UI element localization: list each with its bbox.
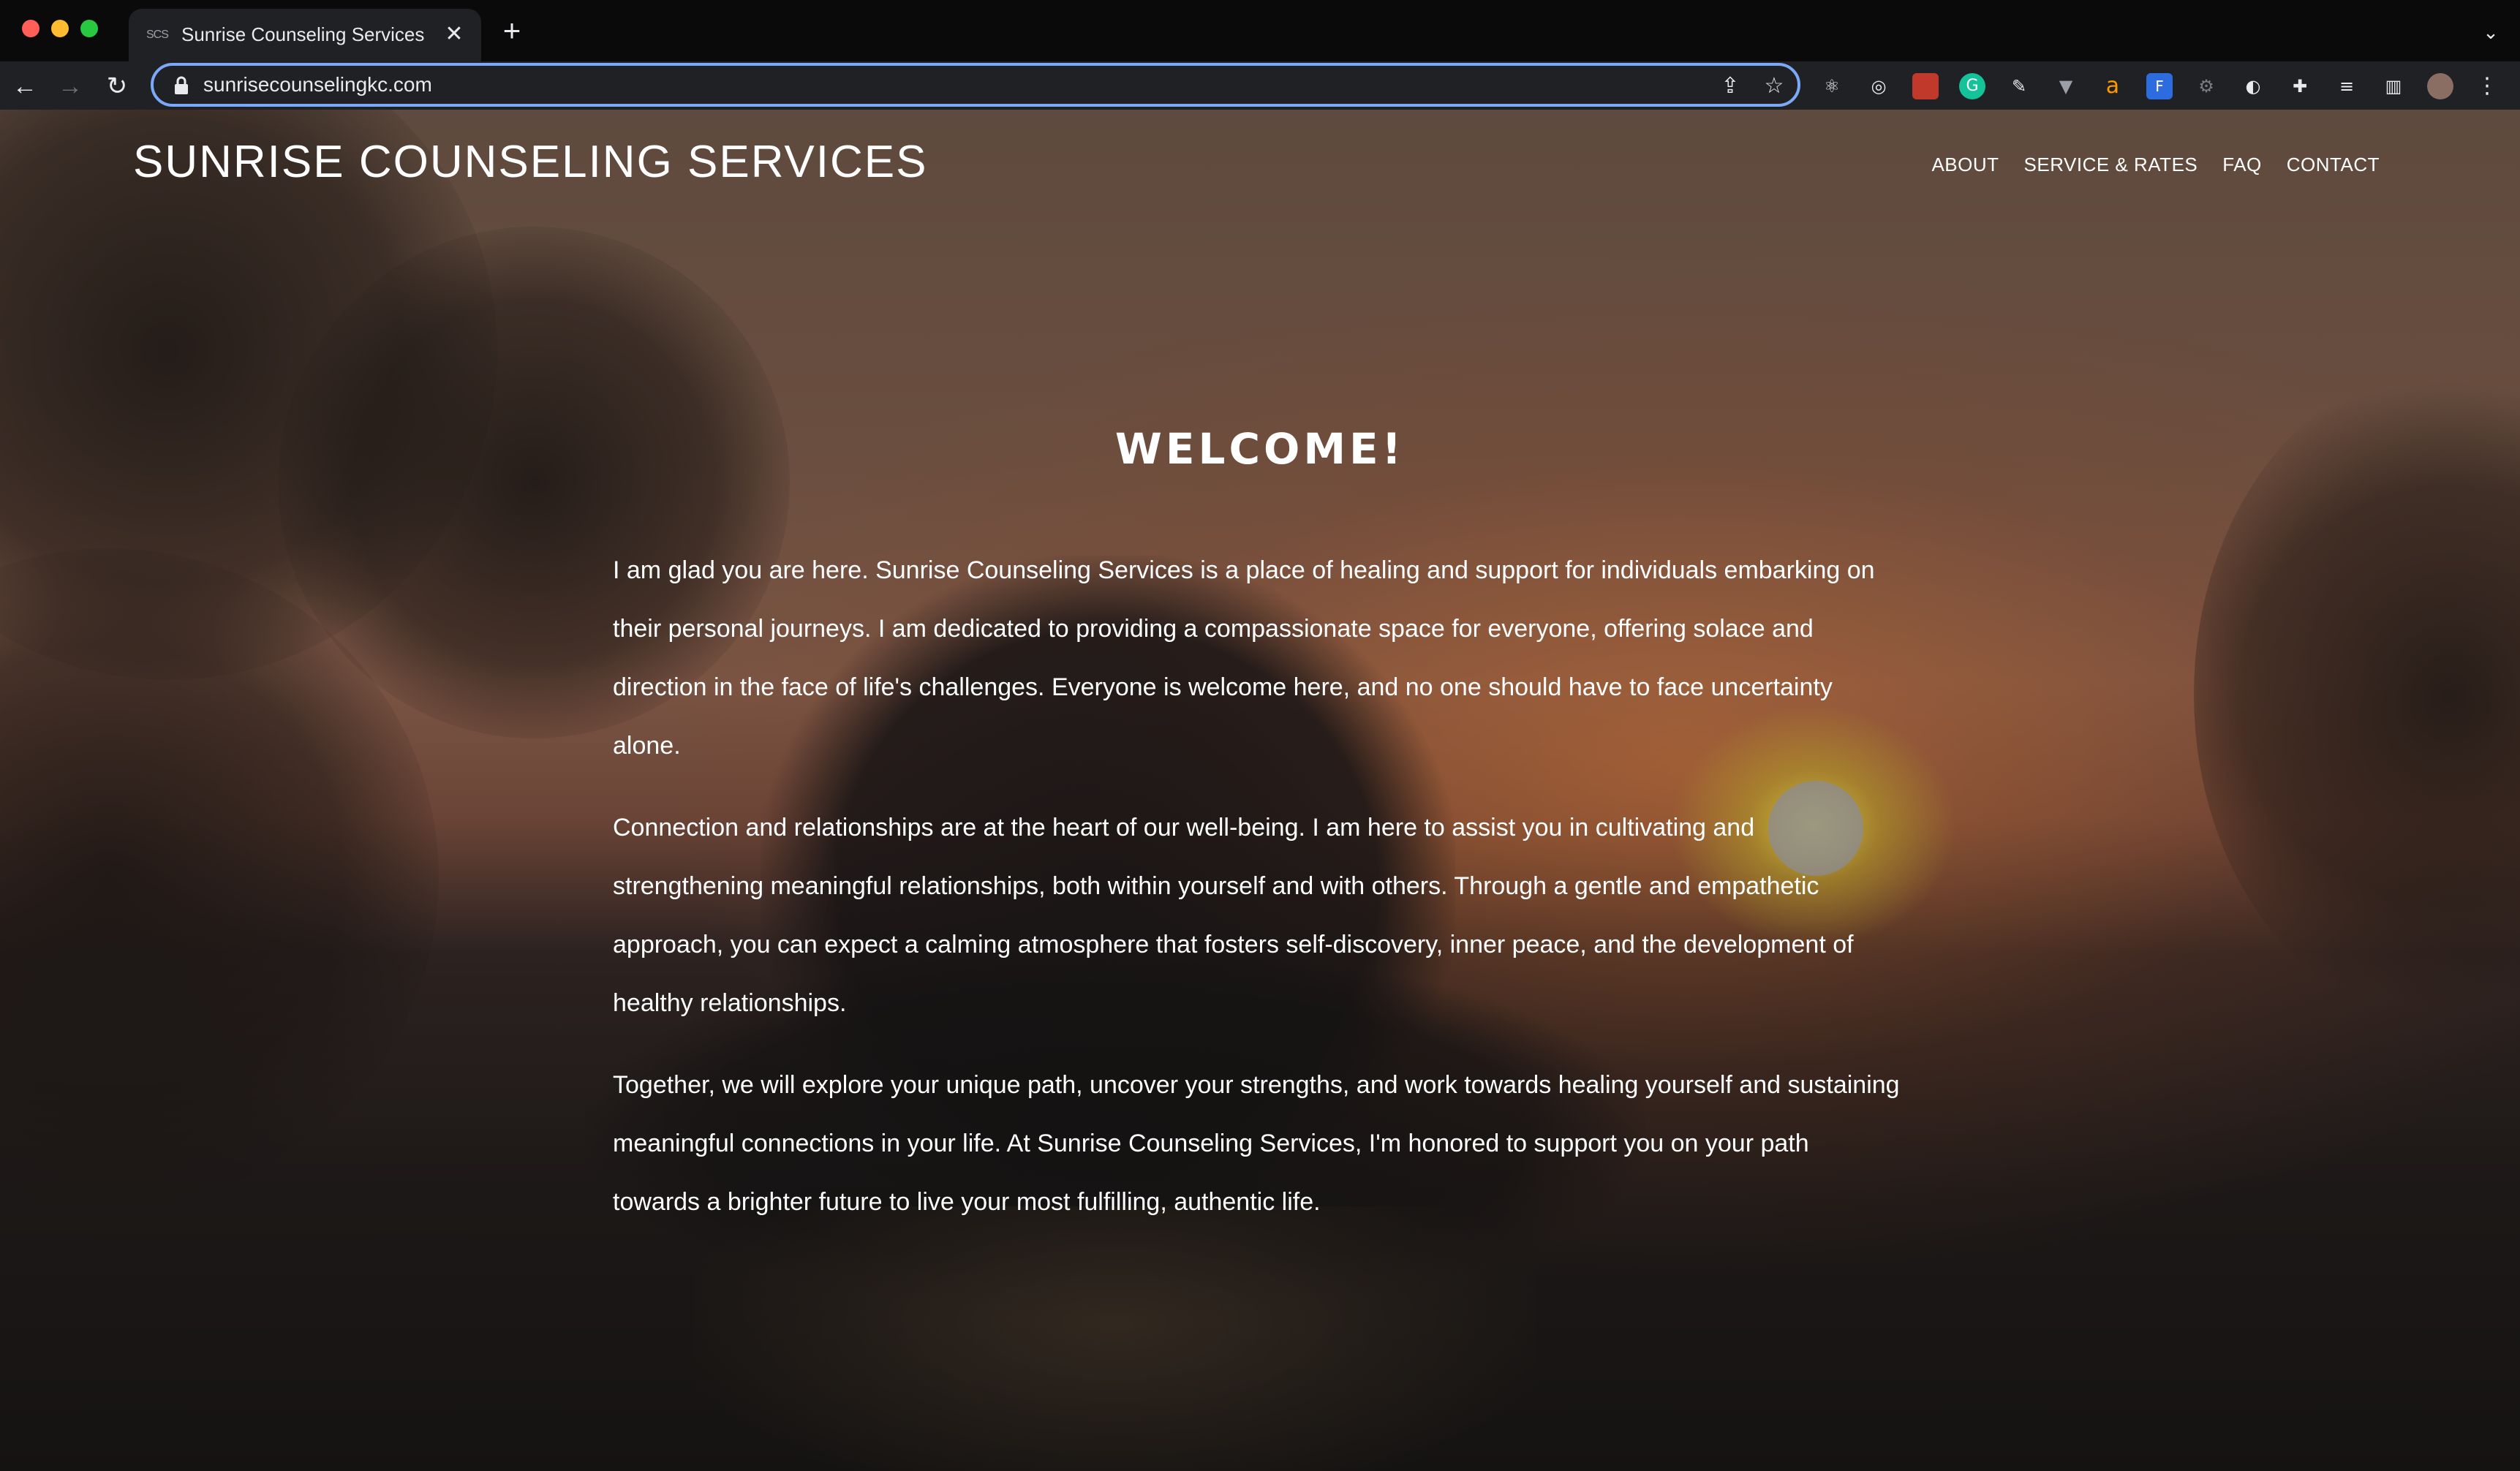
settings-gear-extension-icon[interactable]: ⚙ bbox=[2193, 73, 2219, 99]
together-paragraph: Together, we will explore your unique pa… bbox=[613, 1071, 1900, 1216]
welcome-content: I am glad you are here. Sunrise Counseli… bbox=[613, 541, 1900, 1255]
side-panel-icon[interactable]: ▥ bbox=[2380, 73, 2407, 99]
grammarly-extension-icon[interactable]: G bbox=[1959, 73, 1985, 99]
globe-extension-icon[interactable]: ◐ bbox=[2240, 73, 2266, 99]
nav-contact[interactable]: CONTACT bbox=[2287, 154, 2380, 176]
browser-tab[interactable]: SCS Sunrise Counseling Services ✕ bbox=[129, 9, 481, 61]
lock-icon bbox=[175, 76, 188, 94]
intro-paragraph: I am glad you are here. Sunrise Counseli… bbox=[613, 556, 1875, 760]
profile-avatar[interactable] bbox=[2427, 73, 2453, 99]
reading-list-icon[interactable]: ≡ bbox=[2334, 73, 2360, 99]
close-window-button[interactable] bbox=[22, 20, 39, 37]
welcome-heading: WELCOME! bbox=[1114, 424, 1406, 474]
new-tab-button[interactable]: + bbox=[496, 15, 528, 48]
site-nav: ABOUT SERVICE & RATES FAQ CONTACT bbox=[1931, 154, 2380, 176]
wallet-extension-icon[interactable] bbox=[1912, 73, 1939, 99]
browser-menu-icon[interactable]: ⋮ bbox=[2474, 73, 2500, 99]
amazon-extension-icon[interactable]: a bbox=[2100, 73, 2126, 99]
site-title[interactable]: SUNRISE COUNSELING SERVICES bbox=[133, 136, 927, 188]
tab-title: Sunrise Counseling Services bbox=[181, 23, 425, 45]
target-extension-icon[interactable]: ◎ bbox=[1866, 73, 1892, 99]
address-url[interactable]: sunrisecounselingkc.com bbox=[203, 73, 432, 97]
bookmark-star-icon[interactable]: ☆ bbox=[1761, 73, 1787, 99]
page-hero-background: SUNRISE COUNSELING SERVICES ABOUT SERVIC… bbox=[0, 110, 2520, 1471]
vue-devtools-extension-icon[interactable]: ▼ bbox=[2053, 73, 2079, 99]
browser-tab-bar: SCS Sunrise Counseling Services ✕ + ⌄ bbox=[0, 0, 2520, 61]
address-bar[interactable]: sunrisecounselingkc.com ⇪ ☆ bbox=[151, 63, 1800, 107]
react-devtools-extension-icon[interactable]: ⚛ bbox=[1819, 73, 1845, 99]
browser-toolbar: ← → ↻ sunrisecounselingkc.com ⇪ ☆ ⚛ ◎ G … bbox=[0, 61, 2520, 110]
nav-service-rates[interactable]: SERVICE & RATES bbox=[2024, 154, 2198, 176]
relationships-paragraph: Connection and relationships are at the … bbox=[613, 814, 1854, 1017]
eyedropper-extension-icon[interactable]: ✎ bbox=[2006, 73, 2032, 99]
tab-search-chevron-icon[interactable]: ⌄ bbox=[2478, 19, 2504, 45]
puzzle-extensions-icon[interactable]: ✚ bbox=[2287, 73, 2313, 99]
nav-about[interactable]: ABOUT bbox=[1931, 154, 1999, 176]
maximize-window-button[interactable] bbox=[80, 20, 98, 37]
nav-faq[interactable]: FAQ bbox=[2222, 154, 2262, 176]
forward-icon[interactable]: → bbox=[54, 70, 86, 102]
reload-icon[interactable]: ↻ bbox=[101, 70, 133, 102]
back-icon[interactable]: ← bbox=[9, 70, 41, 102]
site-favicon-icon: SCS bbox=[146, 29, 169, 41]
share-icon[interactable]: ⇪ bbox=[1717, 73, 1743, 99]
ft-extension-icon[interactable]: F bbox=[2146, 73, 2173, 99]
minimize-window-button[interactable] bbox=[51, 20, 69, 37]
tab-close-icon[interactable]: ✕ bbox=[440, 20, 468, 48]
